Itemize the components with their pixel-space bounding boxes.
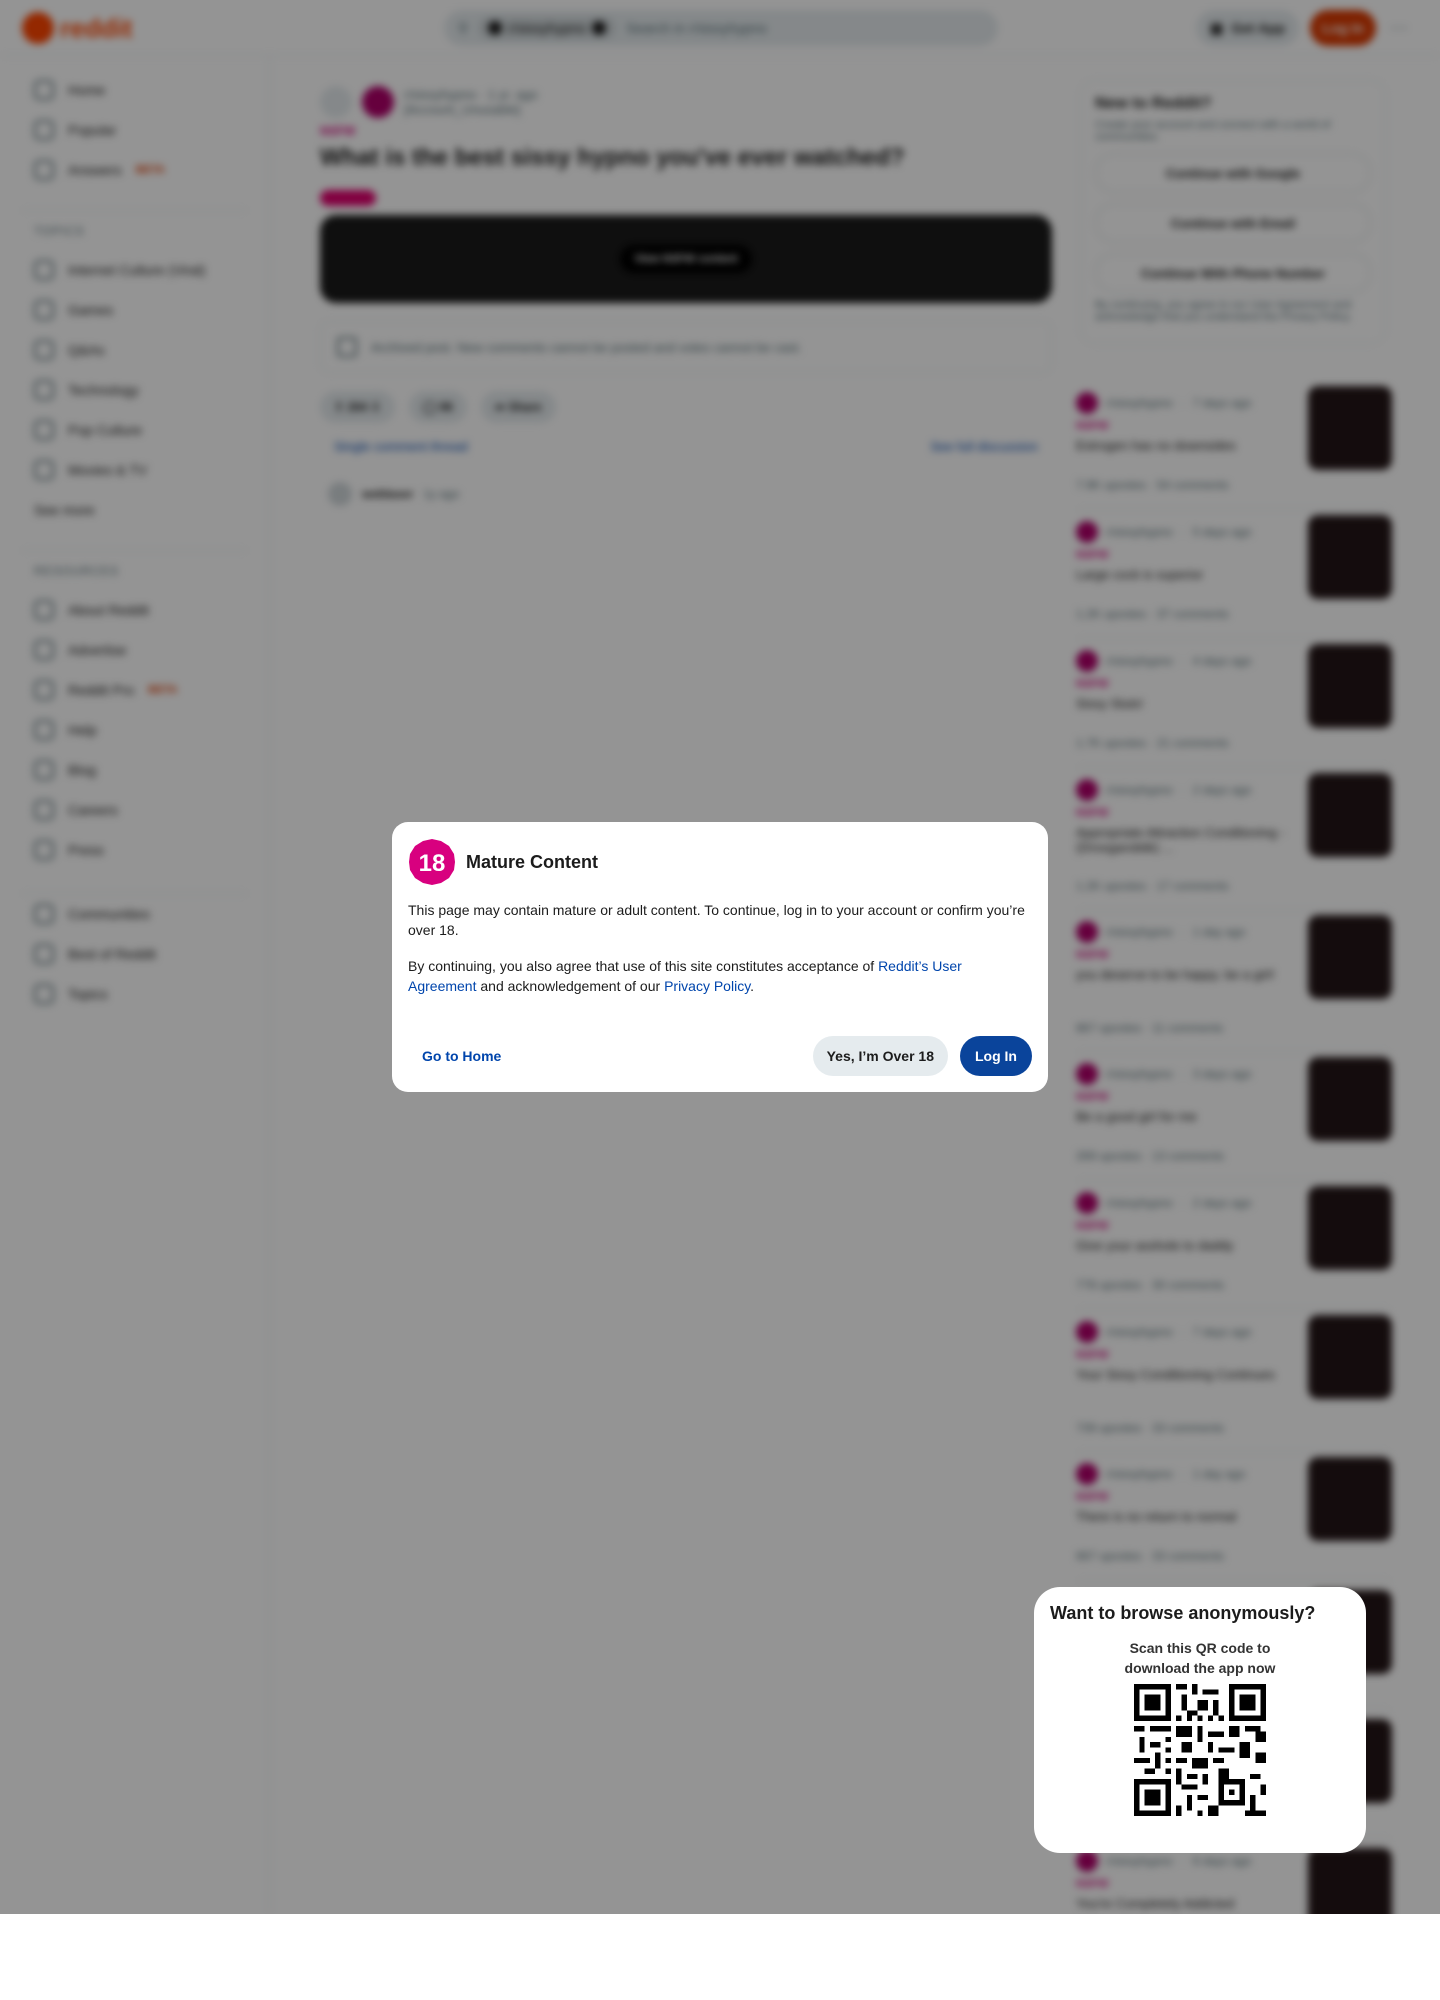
qr-code-icon[interactable] bbox=[1134, 1684, 1266, 1816]
qr-subtitle-line1: Scan this QR code to bbox=[1129, 1640, 1271, 1656]
dialog-title: Mature Content bbox=[466, 851, 598, 872]
dialog-header: 18 Mature Content bbox=[408, 838, 1032, 886]
page-viewport: reddit ⚲ r/sissyhypno Search in r/sissyh… bbox=[0, 0, 1440, 1914]
qr-popup-subtitle: Scan this QR code to download the app now bbox=[1050, 1638, 1350, 1678]
legal-mid: and acknowledgement of our bbox=[476, 978, 665, 994]
qr-subtitle-line2: download the app now bbox=[1124, 1660, 1276, 1676]
nsfw-18-icon: 18 bbox=[409, 839, 455, 885]
app-qr-popup: Want to browse anonymously? Scan this QR… bbox=[1034, 1587, 1366, 1853]
privacy-policy-link[interactable]: Privacy Policy bbox=[664, 978, 750, 994]
mature-content-dialog: 18 Mature Content This page may contain … bbox=[392, 822, 1048, 1092]
over-18-button[interactable]: Yes, I’m Over 18 bbox=[812, 1036, 948, 1076]
legal-prefix: By continuing, you also agree that use o… bbox=[408, 958, 879, 974]
dialog-action-buttons: Yes, I’m Over 18 Log In bbox=[812, 1036, 1032, 1076]
go-to-home-button[interactable]: Go to Home bbox=[408, 1036, 515, 1076]
dialog-legal-text: By continuing, you also agree that use o… bbox=[408, 956, 1032, 996]
dialog-body-text: This page may contain mature or adult co… bbox=[408, 902, 1025, 938]
nsfw-18-icon-text: 18 bbox=[419, 850, 446, 877]
qr-popup-title: Want to browse anonymously? bbox=[1050, 1603, 1316, 1623]
legal-suffix: . bbox=[750, 978, 755, 994]
dialog-login-button[interactable]: Log In bbox=[960, 1036, 1032, 1076]
dialog-footer: Go to Home Yes, I’m Over 18 Log In bbox=[408, 1036, 1032, 1076]
